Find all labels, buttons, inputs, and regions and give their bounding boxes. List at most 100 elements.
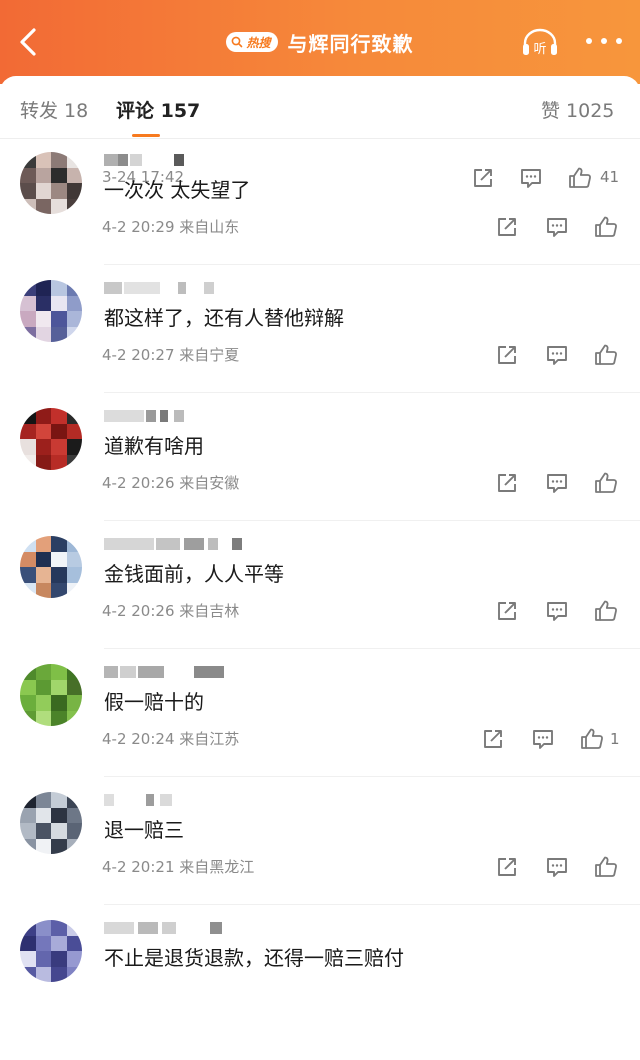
redaction-block [104,794,114,806]
avatar-pixel [66,439,82,455]
redaction-block [120,666,136,678]
comment-location: 来自宁夏 [179,346,240,364]
avatar[interactable] [20,920,82,982]
avatar-pixel [66,152,82,168]
avatar[interactable] [20,152,82,214]
avatar-pixel [66,966,82,982]
avatar-pixel [51,295,67,311]
comment-meta: 4-2 20:27 来自宁夏 [102,344,239,365]
like-icon[interactable] [593,470,619,496]
like-icon[interactable] [593,598,619,624]
avatar-pixel [35,679,51,695]
divider [104,776,640,777]
comment-icon[interactable] [530,726,556,752]
share-icon[interactable] [494,598,520,624]
redaction-block [160,410,168,422]
avatar-pixel [20,951,36,967]
avatar-pixel [66,807,82,823]
like-icon[interactable] [593,214,619,240]
comment-time: 4-2 20:26 [102,474,175,492]
redaction-block [138,922,158,934]
avatar-pixel [51,280,67,296]
avatar-pixel [20,167,36,183]
comment-text: 都这样了，还有人替他辩解 [104,306,344,330]
tab-comments[interactable]: 评论 157 [116,96,200,123]
more-icon[interactable] [586,38,622,46]
divider [104,520,640,521]
avatar-pixel [66,408,82,424]
divider [104,904,640,905]
redaction-block [156,538,180,550]
avatar[interactable] [20,408,82,470]
comment-icon[interactable] [544,342,570,368]
listen-label: 听 [533,42,546,57]
tab-likes[interactable]: 赞 1025 [541,96,614,123]
avatar[interactable] [20,792,82,854]
redaction-block [184,538,204,550]
comment-item[interactable]: 都这样了，还有人替他辩解 4-2 20:27 来自宁夏 [0,266,640,394]
share-icon[interactable] [494,214,520,240]
avatar-pixel [51,408,67,424]
avatar-pixel [51,311,67,327]
tab-reposts[interactable]: 转发 18 [20,96,88,123]
comment-item[interactable]: 退一赔三 4-2 20:21 来自黑龙江 [0,778,640,906]
avatar-pixel [35,823,51,839]
comment-location: 来自江苏 [179,730,240,748]
comment-text: 一次次 太失望了 [104,178,251,202]
redaction-block [146,410,156,422]
avatar-pixel [35,198,51,214]
share-icon[interactable] [480,726,506,752]
comment-text: 退一赔三 [104,818,184,842]
avatar-pixel [51,152,67,168]
redaction-block [160,794,172,806]
avatar-pixel [51,792,67,808]
comment-text: 道歉有啥用 [104,434,204,458]
comment-item[interactable]: 一次次 太失望了 4-2 20:29 来自山东 [0,138,640,266]
avatar-pixel [66,951,82,967]
hot-badge-label: 热搜 [246,35,271,50]
headphones-icon[interactable]: 听 [520,26,560,58]
avatar-pixel [51,966,67,982]
comment-meta: 4-2 20:21 来自黑龙江 [102,856,254,877]
share-icon[interactable] [494,342,520,368]
redaction-block [174,410,184,422]
like-icon[interactable] [593,342,619,368]
comment-item[interactable]: 道歉有啥用 4-2 20:26 来自安徽 [0,394,640,522]
comment-icon[interactable] [544,470,570,496]
avatar[interactable] [20,664,82,726]
redaction-block [104,538,154,550]
comment-item[interactable]: 假一赔十的 4-2 20:24 来自江苏 1 [0,650,640,778]
avatar-pixel [51,710,67,726]
avatar-pixel [51,536,67,552]
avatar-pixel [20,567,36,583]
avatar[interactable] [20,280,82,342]
avatar-pixel [20,152,36,168]
avatar[interactable] [20,536,82,598]
avatar-pixel [51,838,67,854]
comment-icon[interactable] [544,598,570,624]
avatar-pixel [20,295,36,311]
comment-icon[interactable] [544,214,570,240]
avatar-pixel [66,198,82,214]
share-icon[interactable] [494,470,520,496]
comment-text: 金钱面前，人人平等 [104,562,284,586]
comment-icon[interactable] [544,854,570,880]
comment-item[interactable]: 不止是退货退款，还得一赔三赔付 [0,906,640,1034]
avatar-pixel [35,792,51,808]
avatar-pixel [51,823,67,839]
like-count: 1 [610,730,620,748]
like-icon[interactable] [579,726,605,752]
avatar-pixel [66,536,82,552]
redaction-block [104,410,144,422]
comment-meta: 4-2 20:26 来自吉林 [102,600,239,621]
avatar-pixel [51,567,67,583]
avatar-pixel [66,183,82,199]
share-icon[interactable] [494,854,520,880]
like-icon[interactable] [593,854,619,880]
comment-meta: 4-2 20:29 来自山东 [102,216,239,237]
avatar-pixel [66,935,82,951]
avatar-pixel [20,920,36,936]
avatar-pixel [20,536,36,552]
comment-item[interactable]: 金钱面前，人人平等 4-2 20:26 来自吉林 [0,522,640,650]
avatar-pixel [66,167,82,183]
